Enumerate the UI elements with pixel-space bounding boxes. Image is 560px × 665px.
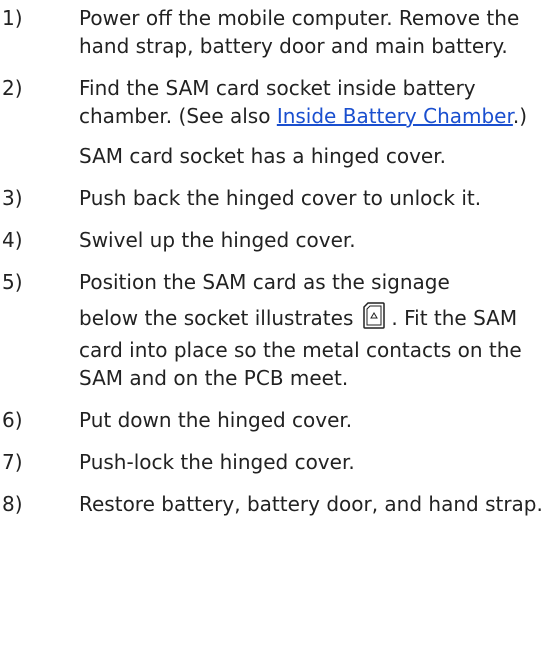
step-text-after-link: .) — [512, 104, 528, 128]
step-number: 4) — [2, 228, 23, 252]
step-text: Swivel up the hinged cover. — [79, 228, 356, 252]
step-text-before-icon: below the socket illustrates — [79, 306, 354, 330]
step-text-line1: Position the SAM card as the signage — [79, 270, 450, 294]
step-number: 2) — [2, 76, 23, 100]
step-3: 3) Push back the hinged cover to unlock … — [0, 184, 560, 212]
step-text: Push-lock the hinged cover. — [79, 450, 355, 474]
step-6: 6) Put down the hinged cover. — [0, 406, 560, 434]
step-number: 3) — [2, 186, 23, 210]
step-1: 1) Power off the mobile computer. Remove… — [0, 4, 560, 60]
step-number: 1) — [2, 6, 23, 30]
step-number: 5) — [2, 270, 23, 294]
step-text: Find the SAM card socket inside battery … — [79, 74, 546, 130]
step-text: Put down the hinged cover. — [79, 408, 353, 432]
sam-card-signage-icon — [363, 302, 386, 336]
step-2: 2) Find the SAM card socket inside batte… — [0, 74, 560, 170]
step-8: 8) Restore battery, battery door, and ha… — [0, 490, 560, 518]
inside-battery-chamber-link[interactable]: Inside Battery Chamber — [277, 104, 513, 128]
step-text: below the socket illustrates. Fit the SA… — [79, 302, 546, 392]
procedure-steps: 1) Power off the mobile computer. Remove… — [0, 0, 560, 518]
step-text: Power off the mobile computer. Remove th… — [79, 6, 520, 58]
step-7: 7) Push-lock the hinged cover. — [0, 448, 560, 476]
step-5: 5) Position the SAM card as the signage … — [0, 268, 560, 392]
step-note: SAM card socket has a hinged cover. — [79, 144, 446, 168]
step-4: 4) Swivel up the hinged cover. — [0, 226, 560, 254]
step-number: 7) — [2, 450, 23, 474]
step-text: Push back the hinged cover to unlock it. — [79, 186, 482, 210]
step-number: 8) — [2, 492, 23, 516]
step-number: 6) — [2, 408, 23, 432]
step-text: Restore battery, battery door, and hand … — [79, 492, 543, 516]
